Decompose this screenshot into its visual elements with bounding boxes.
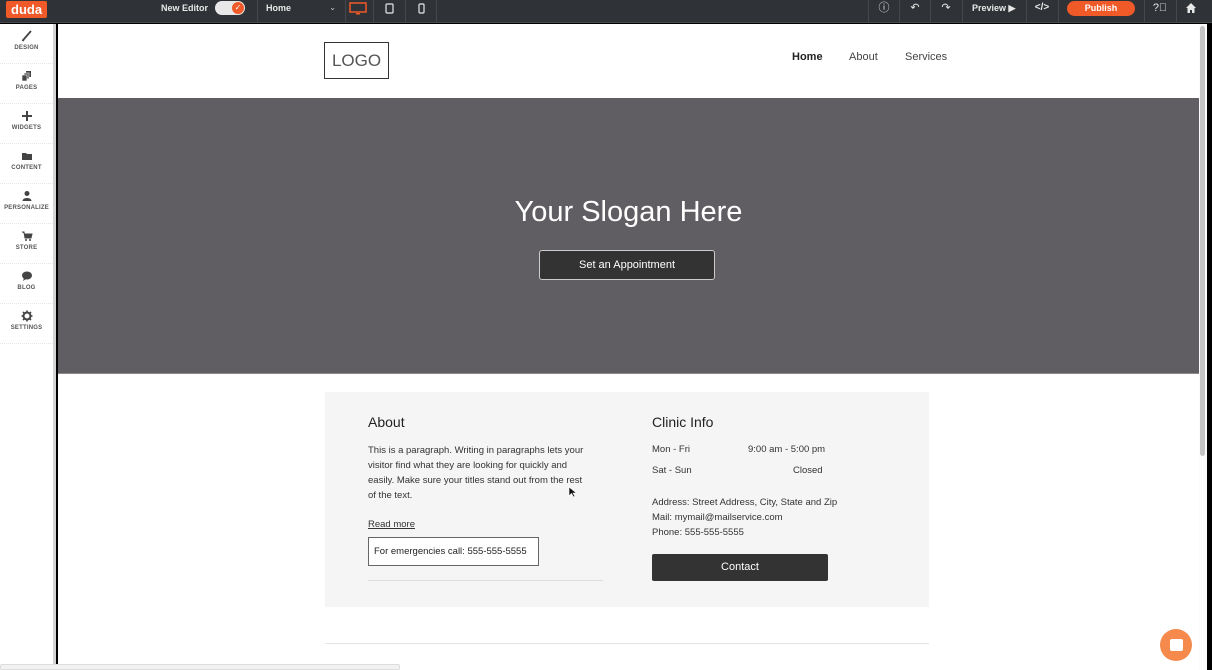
- info-button[interactable]: ⓘ: [874, 0, 894, 16]
- undo-icon: ↶: [910, 2, 920, 14]
- sidebar-item-settings[interactable]: SETTINGS: [0, 304, 53, 344]
- desktop-icon: [349, 1, 367, 14]
- site-canvas: LOGO Home About Services Your Slogan Her…: [58, 24, 1199, 670]
- sidebar-item-label: SETTINGS: [10, 325, 43, 331]
- redo-button[interactable]: ↷: [936, 0, 956, 16]
- editor-toolbar: duda New Editor ✓ Home ⌄ ⓘ ↶ ↷ Preview ▶…: [0, 0, 1212, 23]
- brush-icon: [21, 30, 32, 42]
- contact-button[interactable]: Contact: [652, 554, 828, 581]
- hours-time: Closed: [793, 465, 823, 476]
- nav-home[interactable]: Home: [792, 51, 823, 63]
- mobile-view-button[interactable]: [413, 0, 429, 16]
- hero-slogan: Your Slogan Here: [514, 196, 743, 228]
- code-button[interactable]: </>: [1032, 0, 1052, 16]
- sidebar-item-widgets[interactable]: WIDGETS: [0, 104, 53, 144]
- folder-icon: [21, 153, 32, 160]
- nav-about[interactable]: About: [849, 51, 878, 63]
- home-button[interactable]: [1181, 0, 1201, 16]
- undo-button[interactable]: ↶: [905, 0, 925, 16]
- scrollbar-thumb[interactable]: [1200, 26, 1205, 456]
- toolbar-divider: [962, 0, 963, 23]
- sidebar-item-label: BLOG: [17, 285, 36, 291]
- sidebar-item-label: DESIGN: [14, 45, 39, 51]
- sidebar-item-label: STORE: [15, 245, 38, 251]
- mouse-cursor-icon: [568, 486, 578, 498]
- toolbar-divider: [373, 0, 374, 23]
- code-icon: </>: [1034, 2, 1050, 13]
- pages-icon: [21, 71, 31, 82]
- new-editor-label: New Editor: [161, 3, 209, 13]
- toolbar-divider: [405, 0, 406, 23]
- set-appointment-button[interactable]: Set an Appointment: [539, 250, 715, 280]
- toolbar-divider: [1144, 0, 1145, 23]
- divider: [368, 580, 603, 581]
- chat-widget-button[interactable]: [1160, 629, 1192, 661]
- speech-bubble-icon: [21, 271, 32, 281]
- canvas-scrollbar[interactable]: [1199, 24, 1207, 670]
- emergency-box: For emergencies call: 555-555-5555: [368, 537, 539, 566]
- address-text: Address: Street Address, City, State and…: [652, 497, 838, 508]
- redo-icon: ↷: [941, 2, 951, 14]
- hours-time: 9:00 am - 5:00 pm: [748, 444, 826, 455]
- hours-days: Mon - Fri: [652, 444, 690, 455]
- read-more-link[interactable]: Read more: [368, 519, 415, 530]
- publish-button[interactable]: Publish: [1067, 1, 1135, 16]
- toolbar-divider: [868, 0, 869, 23]
- status-bar: [0, 664, 400, 670]
- sidebar-item-pages[interactable]: PAGES: [0, 64, 53, 104]
- sidebar-item-blog[interactable]: BLOG: [0, 264, 53, 304]
- chat-icon: [1169, 639, 1183, 651]
- duda-logo[interactable]: duda: [6, 1, 48, 18]
- help-icon: ?⃝: [1152, 2, 1168, 14]
- page-select-value: Home: [266, 3, 292, 13]
- checkmark-icon: ✓: [232, 2, 244, 14]
- sidebar-item-label: PERSONALIZE: [4, 205, 49, 211]
- sidebar-item-personalize[interactable]: PERSONALIZE: [0, 184, 53, 224]
- toolbar-divider: [1026, 0, 1027, 23]
- mail-text: Mail: mymail@mailservice.com: [652, 512, 783, 523]
- toolbar-divider: [1176, 0, 1177, 23]
- toolbar-divider: [930, 0, 931, 23]
- info-card: About This is a paragraph. Writing in pa…: [325, 392, 929, 607]
- home-icon: [1186, 3, 1196, 13]
- plus-icon: [21, 111, 32, 121]
- toolbar-divider: [345, 0, 346, 23]
- chevron-down-icon: ⌄: [329, 3, 336, 12]
- toolbar-divider: [1058, 0, 1059, 23]
- hours-days: Sat - Sun: [652, 465, 692, 476]
- nav-services[interactable]: Services: [905, 51, 947, 63]
- sidebar-item-label: PAGES: [15, 85, 38, 91]
- person-icon: [22, 191, 31, 201]
- gear-icon: [21, 310, 32, 322]
- phone-text: Phone: 555-555-5555: [652, 527, 744, 538]
- sidebar-item-design[interactable]: DESIGN: [0, 24, 53, 64]
- new-editor-toggle[interactable]: ✓: [215, 1, 245, 15]
- toolbar-divider: [436, 0, 437, 23]
- editor-sidebar: DESIGN PAGES WIDGETS CONTENT PERSONALIZE…: [0, 24, 56, 670]
- info-icon: ⓘ: [878, 2, 890, 14]
- about-paragraph: This is a paragraph. Writing in paragrap…: [368, 445, 584, 501]
- preview-button[interactable]: Preview ▶: [972, 0, 1015, 16]
- clinic-info-title: Clinic Info: [652, 414, 714, 430]
- hero-section: Your Slogan Here Set an Appointment: [58, 98, 1199, 374]
- site-logo[interactable]: LOGO: [324, 42, 389, 79]
- sidebar-item-label: WIDGETS: [11, 125, 42, 131]
- page-select[interactable]: Home ⌄: [258, 0, 344, 16]
- desktop-view-button[interactable]: [348, 0, 368, 16]
- about-title: About: [368, 414, 405, 430]
- help-button[interactable]: ?⃝: [1150, 0, 1170, 16]
- sidebar-item-content[interactable]: CONTENT: [0, 144, 53, 184]
- toolbar-divider: [899, 0, 900, 23]
- sidebar-item-store[interactable]: STORE: [0, 224, 53, 264]
- divider: [325, 643, 929, 644]
- mobile-icon: [417, 2, 425, 14]
- sidebar-item-label: CONTENT: [11, 165, 42, 171]
- tablet-view-button[interactable]: [381, 0, 397, 16]
- tablet-icon: [384, 2, 394, 14]
- cart-icon: [21, 231, 33, 241]
